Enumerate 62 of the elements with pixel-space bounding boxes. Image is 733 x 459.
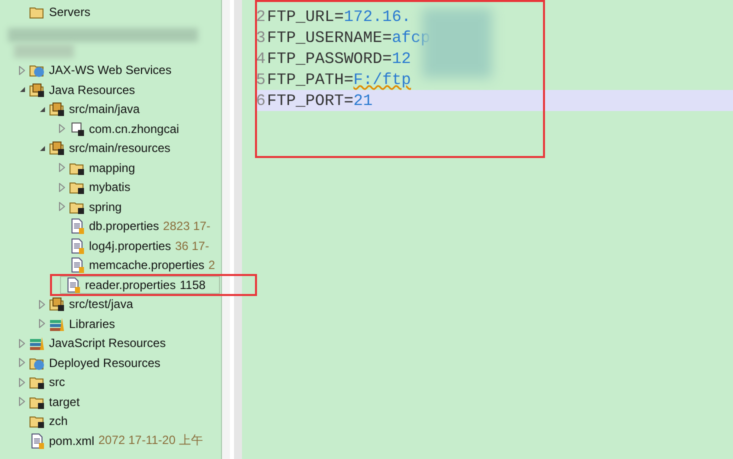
folder-icon bbox=[29, 4, 45, 19]
expand-icon[interactable] bbox=[39, 319, 45, 328]
collapse-icon[interactable] bbox=[38, 106, 46, 113]
file-icon bbox=[65, 276, 81, 293]
code-line: FTP_PASSWORD=12 bbox=[267, 50, 412, 68]
package-folder-icon bbox=[49, 101, 65, 118]
selected-row[interactable]: reader.properties 1158 bbox=[60, 276, 220, 294]
tree-item[interactable]: com.cn.zhongcai bbox=[89, 122, 180, 136]
code-line: FTP_PORT=21 bbox=[267, 92, 373, 110]
file-info: 2 bbox=[208, 258, 216, 272]
code-line: FTP_USERNAME=afcp bbox=[267, 28, 430, 46]
code-line: FTP_URL=172.16. bbox=[267, 8, 412, 26]
line-number: 6 bbox=[256, 92, 267, 110]
tree-item[interactable]: Servers bbox=[49, 4, 90, 19]
tree-item[interactable]: src/main/resources bbox=[69, 141, 170, 156]
line-number: 3 bbox=[256, 28, 267, 46]
code-line: FTP_PATH=F:/ftp bbox=[267, 70, 412, 88]
expand-icon[interactable] bbox=[19, 397, 25, 406]
file-info: 2823 17- bbox=[163, 219, 210, 234]
tree-item[interactable]: log4j.properties bbox=[89, 238, 172, 253]
expand-icon[interactable] bbox=[59, 202, 65, 212]
file-info: 1158 bbox=[180, 278, 206, 292]
tree-item[interactable]: zch bbox=[49, 414, 68, 428]
tree-item[interactable]: db.properties bbox=[89, 219, 160, 234]
expand-icon[interactable] bbox=[59, 163, 65, 172]
expand-icon[interactable] bbox=[19, 66, 25, 75]
tree-item[interactable]: JavaScript Resources bbox=[49, 336, 166, 350]
file-info: 36 17- bbox=[175, 238, 210, 253]
file-icon bbox=[29, 432, 45, 449]
tree-item[interactable]: reader.properties bbox=[85, 278, 176, 292]
expand-icon[interactable] bbox=[59, 124, 65, 134]
file-icon bbox=[69, 238, 85, 254]
line-number: 5 bbox=[256, 70, 267, 88]
collapse-icon[interactable] bbox=[38, 144, 46, 152]
tree-item[interactable]: src/main/java bbox=[69, 102, 140, 116]
tree-item[interactable]: spring bbox=[89, 200, 122, 214]
collapse-icon[interactable] bbox=[18, 86, 26, 94]
tree-item[interactable]: target bbox=[49, 394, 80, 409]
expand-icon[interactable] bbox=[19, 358, 25, 368]
package-folder-icon bbox=[49, 296, 65, 312]
expand-icon[interactable] bbox=[19, 378, 25, 387]
tree-item[interactable]: JAX-WS Web Services bbox=[49, 63, 172, 78]
tree-item[interactable]: Libraries bbox=[69, 316, 116, 331]
line-number: 4 bbox=[256, 50, 267, 68]
expand-icon[interactable] bbox=[59, 182, 65, 192]
file-info: 2072 17-11-20 上午 bbox=[98, 432, 203, 450]
line-number: 2 bbox=[256, 8, 267, 26]
tree-item[interactable]: src bbox=[49, 375, 65, 390]
package-folder-icon bbox=[29, 82, 45, 98]
file-icon bbox=[69, 257, 85, 274]
expand-icon[interactable] bbox=[19, 338, 25, 348]
tree-item[interactable]: Deployed Resources bbox=[49, 356, 160, 370]
tree-item[interactable]: pom.xml bbox=[49, 434, 94, 448]
tree-item[interactable]: mybatis bbox=[89, 180, 130, 194]
package-icon bbox=[69, 120, 85, 137]
tree-item[interactable]: mapping bbox=[89, 160, 136, 175]
tree-item[interactable]: Java Resources bbox=[49, 82, 136, 97]
package-folder-icon bbox=[49, 140, 65, 156]
tree-item[interactable]: src/test/java bbox=[69, 297, 134, 312]
file-icon bbox=[69, 218, 85, 234]
expand-icon[interactable] bbox=[39, 300, 45, 309]
tree-item[interactable]: memcache.properties bbox=[89, 258, 204, 272]
